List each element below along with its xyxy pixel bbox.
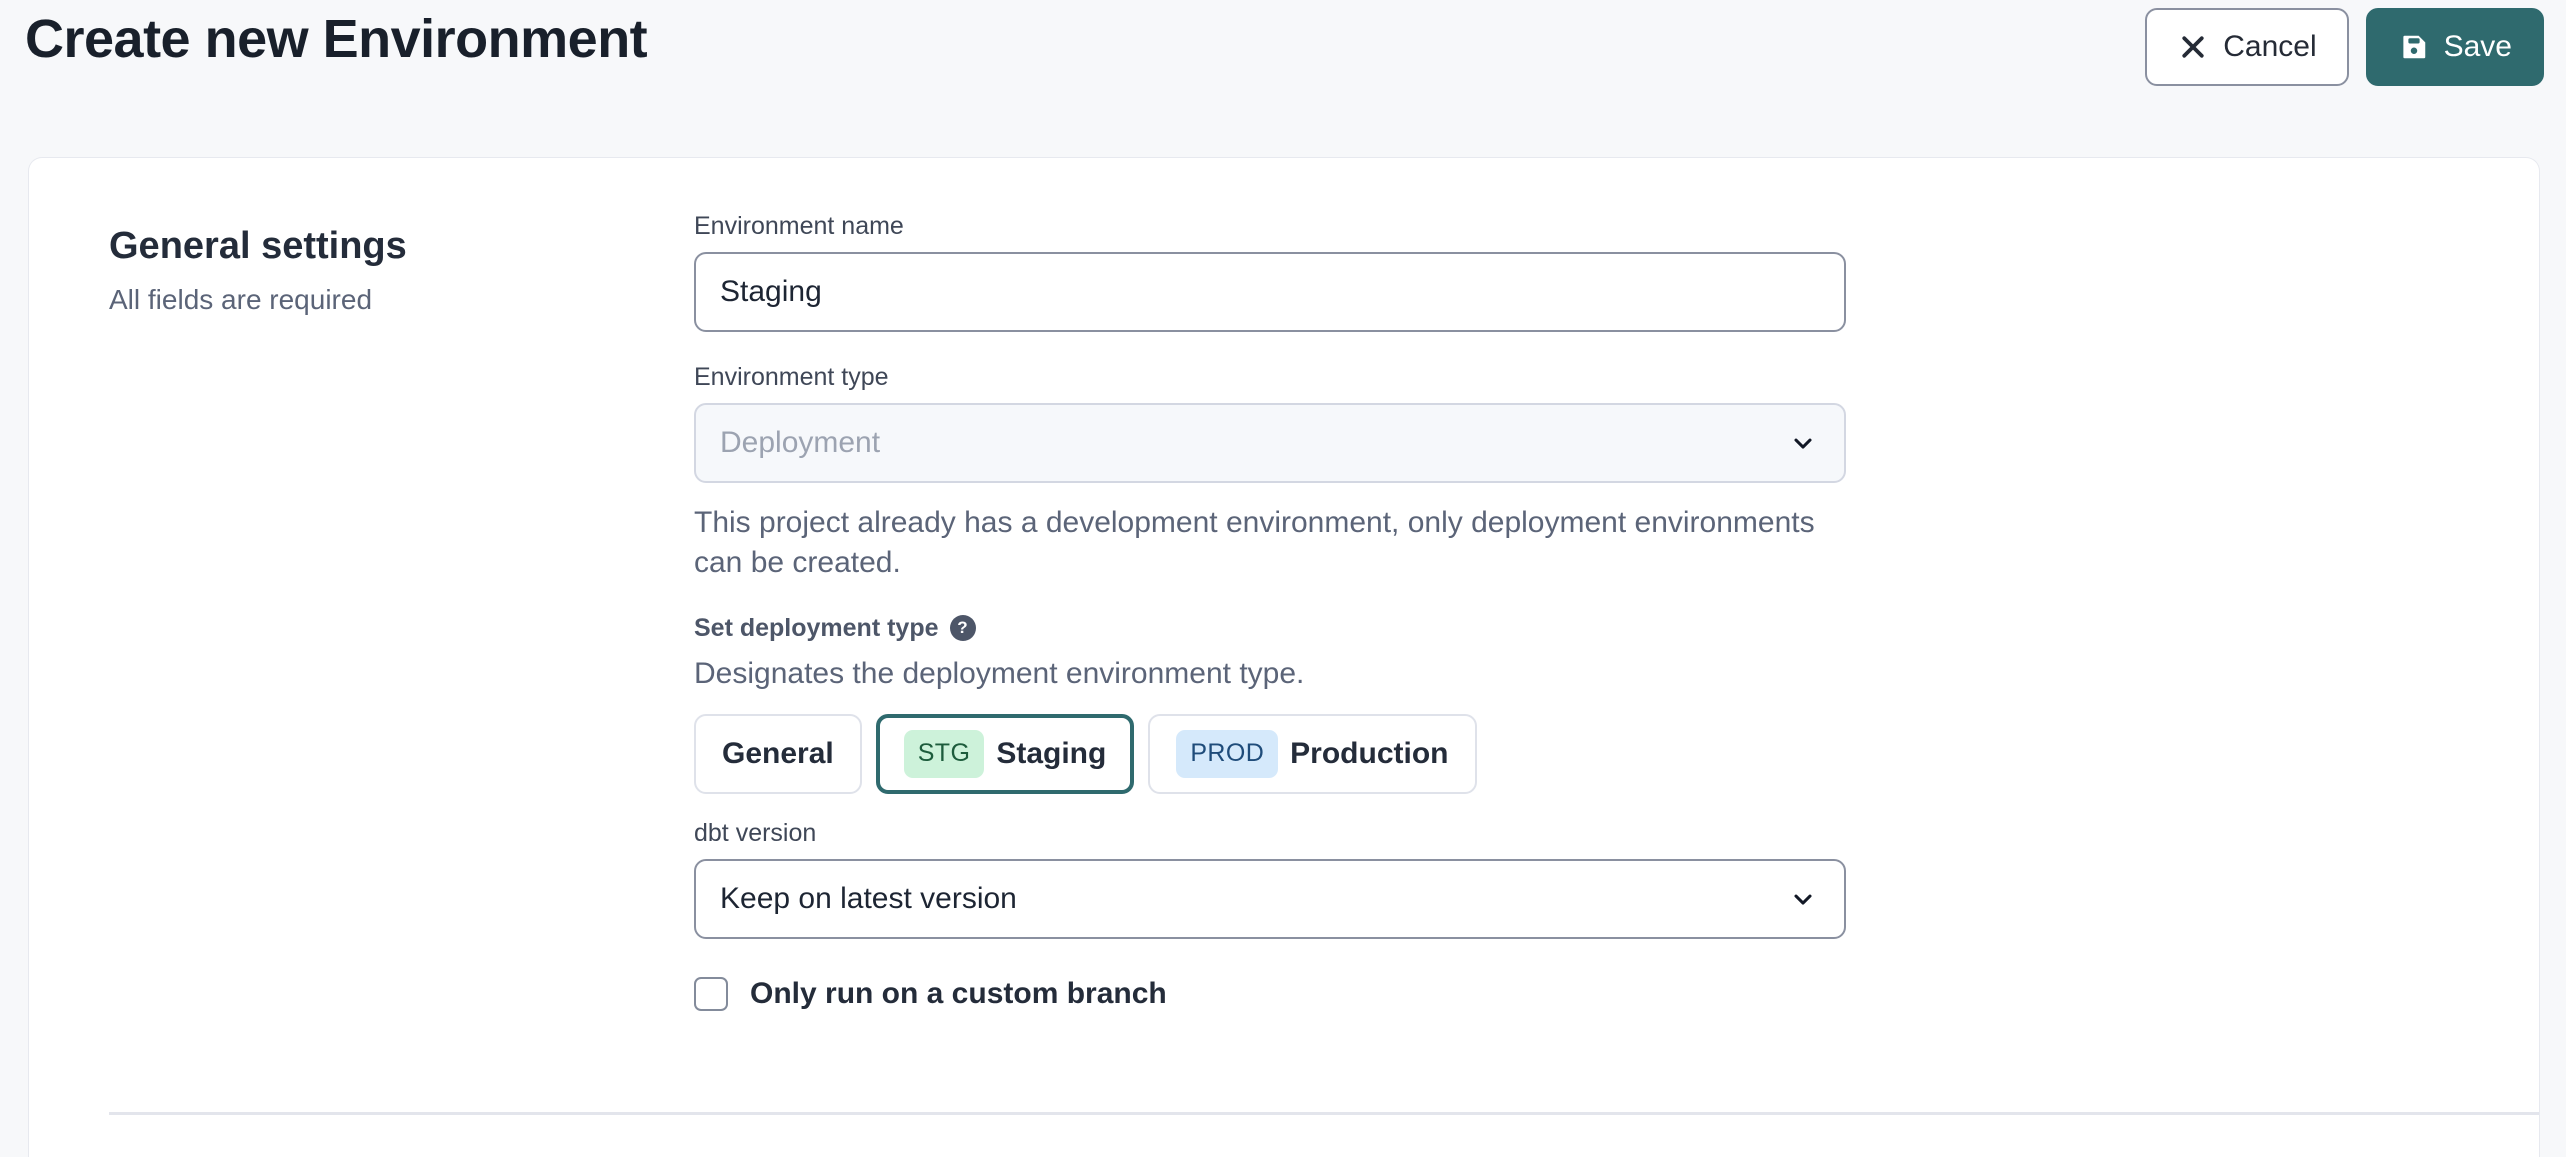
save-button[interactable]: Save (2366, 8, 2544, 86)
cancel-button-label: Cancel (2223, 30, 2316, 64)
environment-name-value: Staging (720, 275, 822, 309)
deployment-type-label: Set deployment type (694, 613, 939, 643)
section-divider (109, 1112, 2539, 1115)
deployment-option-staging[interactable]: STG Staging (876, 714, 1135, 794)
custom-branch-checkbox[interactable] (694, 977, 728, 1011)
chevron-down-icon (1788, 428, 1818, 458)
deployment-type-option-group: General STG Staging PROD Production (694, 714, 1846, 794)
environment-type-select[interactable]: Deployment (694, 403, 1846, 483)
environment-type-field: Environment type Deployment This project… (694, 362, 1846, 583)
general-settings-form: Environment name Staging Environment typ… (694, 211, 1846, 1011)
custom-branch-label: Only run on a custom branch (750, 977, 1167, 1011)
deployment-option-general[interactable]: General (694, 714, 862, 794)
page-title: Create new Environment (25, 12, 647, 66)
environment-name-field: Environment name Staging (694, 211, 1846, 332)
environment-type-label: Environment type (694, 362, 1846, 392)
chevron-down-icon (1788, 884, 1818, 914)
deployment-option-production[interactable]: PROD Production (1148, 714, 1476, 794)
deployment-option-general-label: General (722, 737, 834, 771)
dbt-version-label: dbt version (694, 818, 1846, 848)
close-icon (2177, 31, 2209, 63)
dbt-version-field: dbt version Keep on latest version (694, 818, 1846, 939)
stg-badge: STG (904, 730, 985, 778)
environment-type-helper: This project already has a development e… (694, 503, 1839, 583)
settings-card: General settings All fields are required… (28, 157, 2540, 1157)
header-actions: Cancel Save (2145, 8, 2544, 86)
deployment-type-field: Set deployment type ? Designates the dep… (694, 613, 1846, 794)
cancel-button[interactable]: Cancel (2145, 8, 2348, 86)
save-button-label: Save (2444, 30, 2512, 64)
custom-branch-checkbox-row[interactable]: Only run on a custom branch (694, 977, 1846, 1011)
prod-badge: PROD (1176, 730, 1278, 778)
save-floppy-icon (2398, 31, 2430, 63)
general-settings-header: General settings All fields are required (29, 211, 694, 1011)
help-circle-icon[interactable]: ? (950, 615, 976, 641)
dbt-version-value: Keep on latest version (720, 882, 1017, 916)
environment-type-value: Deployment (720, 426, 880, 460)
section-title: General settings (109, 224, 694, 270)
dbt-version-select[interactable]: Keep on latest version (694, 859, 1846, 939)
section-subtitle: All fields are required (109, 283, 694, 317)
page-header: Create new Environment Cancel Save (0, 0, 2566, 157)
deployment-type-description: Designates the deployment environment ty… (694, 656, 1846, 692)
deployment-option-production-label: Production (1290, 737, 1448, 771)
deployment-option-staging-label: Staging (996, 737, 1106, 771)
environment-name-label: Environment name (694, 211, 1846, 241)
environment-name-input[interactable]: Staging (694, 252, 1846, 332)
